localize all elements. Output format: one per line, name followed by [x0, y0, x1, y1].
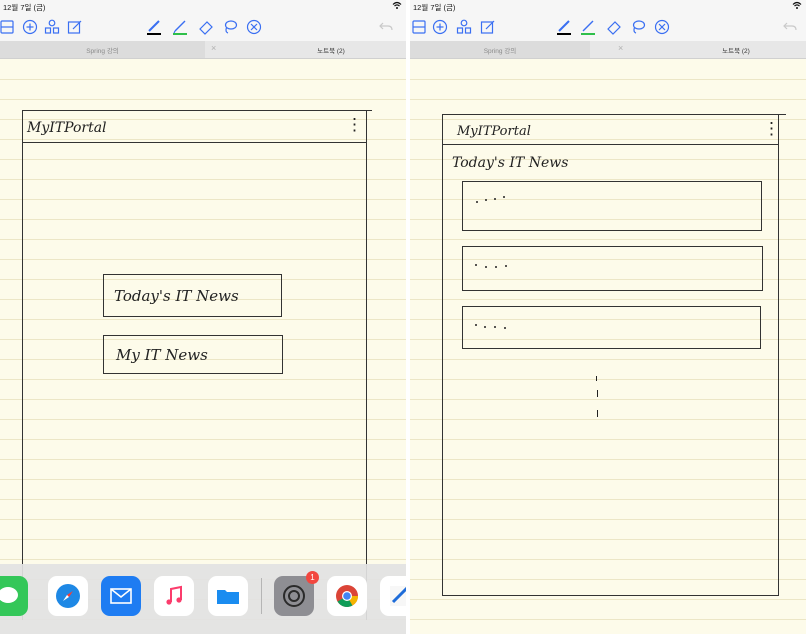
header-divider — [22, 142, 367, 143]
tab-bar: Spring 강의 × 노트북 (2) — [0, 41, 406, 59]
add-page-icon[interactable] — [432, 19, 448, 35]
wifi-icon — [792, 1, 802, 12]
status-time: 12월 7일 (금) — [413, 3, 456, 12]
news-item-box[interactable] — [462, 246, 763, 291]
app-header-title: MyITPortal — [27, 120, 107, 136]
section-title: Today's IT News — [452, 155, 569, 171]
toolbar — [0, 13, 406, 41]
close-circle-icon[interactable] — [246, 19, 262, 35]
pen-black-icon[interactable] — [556, 19, 572, 35]
button-label: My IT News — [116, 346, 208, 364]
scribble-mark — [494, 326, 496, 328]
right-notebook-pane: 12월 7일 (금) Spring 강의 × 노트북 (2) MyITPorta… — [410, 0, 806, 634]
tab-label: Spring 강의 — [483, 47, 517, 55]
wifi-icon — [392, 1, 402, 12]
pen-green-icon[interactable] — [580, 19, 596, 35]
scribble-mark — [494, 198, 496, 200]
ellipsis-mark — [597, 410, 598, 417]
mail-icon[interactable] — [101, 576, 141, 616]
edit-icon[interactable] — [480, 19, 496, 35]
scribble-mark — [484, 326, 486, 328]
close-circle-icon[interactable] — [654, 19, 670, 35]
notification-badge: 1 — [306, 571, 319, 584]
tab-spring-lecture[interactable]: Spring 강의 — [0, 41, 205, 58]
news-item-box[interactable] — [462, 306, 761, 349]
edit-icon[interactable] — [67, 19, 83, 35]
lasso-icon[interactable] — [630, 19, 646, 35]
header-divider — [442, 144, 779, 145]
shapes-icon[interactable] — [44, 19, 60, 35]
sidebar-toggle-icon[interactable] — [0, 19, 16, 35]
scribble-mark — [475, 264, 477, 266]
eraser-icon[interactable] — [606, 19, 622, 35]
scribble-mark — [504, 327, 506, 329]
files-icon[interactable] — [208, 576, 248, 616]
scribble-mark — [476, 201, 478, 203]
my-it-news-button[interactable]: My IT News — [103, 335, 283, 374]
shapes-icon[interactable] — [456, 19, 472, 35]
tab-label: Spring 강의 — [86, 47, 119, 55]
tab-close-icon[interactable]: × — [211, 43, 216, 53]
music-icon[interactable] — [154, 576, 194, 616]
ellipsis-mark — [597, 390, 598, 397]
undo-icon[interactable] — [782, 19, 798, 35]
tab-notebook[interactable]: 노트북 (2) — [256, 41, 406, 58]
scribble-mark — [485, 266, 487, 268]
eraser-icon[interactable] — [198, 19, 214, 35]
status-bar: 12월 7일 (금) — [410, 0, 806, 13]
status-time: 12월 7일 (금) — [3, 3, 46, 12]
messages-icon[interactable] — [0, 576, 28, 616]
tab-notebook[interactable]: 노트북 (2) — [666, 41, 806, 58]
menu-dots-icon: ⋮ — [763, 119, 780, 139]
tab-spring-lecture[interactable]: Spring 강의 — [410, 41, 590, 58]
sidebar-toggle-icon[interactable] — [412, 19, 428, 35]
settings-icon[interactable]: 1 — [274, 571, 319, 616]
news-item-box[interactable] — [462, 181, 762, 231]
notes-icon[interactable] — [380, 576, 406, 616]
add-page-icon[interactable] — [22, 19, 38, 35]
todays-it-news-button[interactable]: Today's IT News — [103, 274, 282, 317]
redo-icon[interactable] — [398, 19, 406, 35]
scribble-mark — [505, 265, 507, 267]
ellipsis-mark — [596, 376, 597, 381]
scribble-mark — [475, 324, 477, 326]
scribble-mark — [503, 196, 505, 198]
button-label: Today's IT News — [114, 287, 239, 305]
note-page[interactable]: MyITPortal ⋮ Today's IT News My IT News — [0, 60, 406, 634]
status-bar: 12월 7일 (금) — [0, 0, 406, 13]
scribble-mark — [485, 199, 487, 201]
note-page[interactable]: MyITPortal ⋮ Today's IT News — [410, 60, 806, 634]
scribble-mark — [495, 266, 497, 268]
menu-dots-icon: ⋮ — [346, 115, 363, 135]
toolbar — [410, 13, 806, 41]
left-notebook-pane: 12월 7일 (금) Spring 강의 × 노트북 (2) MyITPorta… — [0, 0, 406, 634]
pen-green-icon[interactable] — [172, 19, 188, 35]
app-header-title: MyITPortal — [457, 124, 531, 139]
tab-bar: Spring 강의 × 노트북 (2) — [410, 41, 806, 59]
chrome-icon[interactable] — [327, 576, 367, 616]
lasso-icon[interactable] — [222, 19, 238, 35]
safari-icon[interactable] — [48, 576, 88, 616]
undo-icon[interactable] — [378, 19, 394, 35]
dock-divider — [261, 578, 262, 614]
tab-label: 노트북 (2) — [722, 47, 750, 55]
tab-label: 노트북 (2) — [317, 47, 345, 55]
pen-black-icon[interactable] — [146, 19, 162, 35]
tab-close-icon[interactable]: × — [618, 43, 623, 53]
app-dock: 1 — [0, 564, 406, 634]
